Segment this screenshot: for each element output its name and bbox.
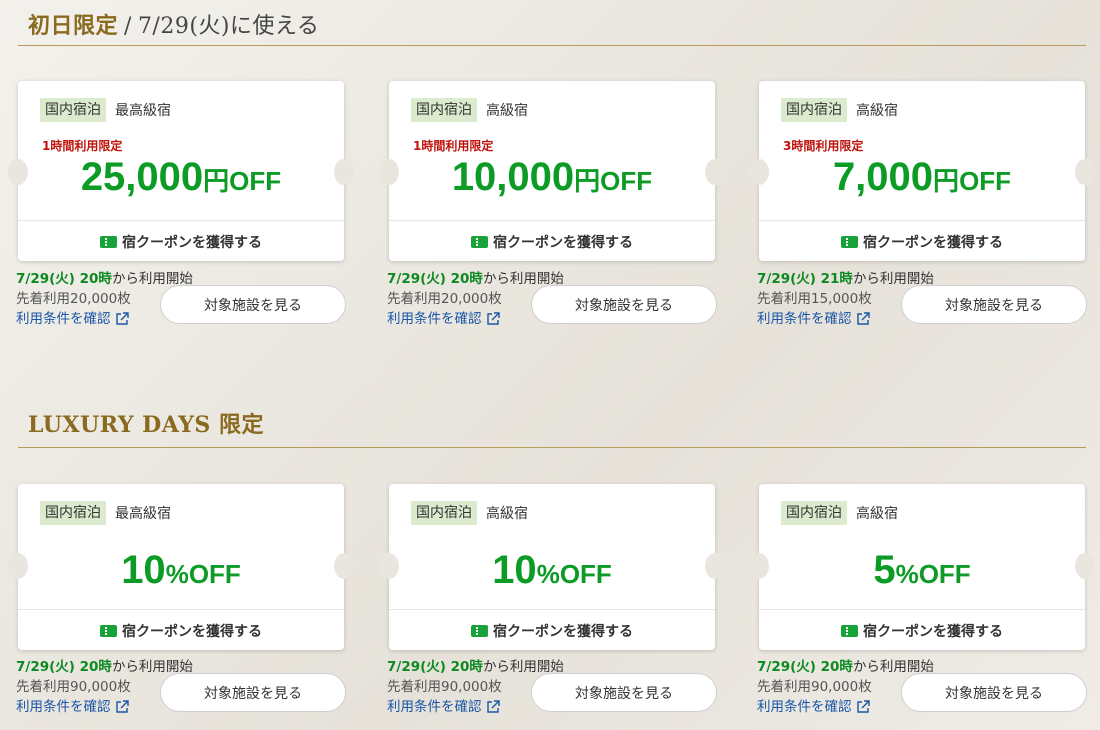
- coupon-card: 国内宿泊 高級宿 3時間利用限定 7,000円OFF 宿クーポンを獲得する: [749, 81, 1095, 261]
- section-divider: [18, 447, 1086, 448]
- time-limit-label: 1時間利用限定: [413, 139, 494, 153]
- view-facilities-button[interactable]: 対象施設を見る: [901, 673, 1087, 712]
- grade-label: 高級宿: [856, 103, 898, 119]
- external-link-icon: [856, 312, 870, 325]
- time-limit-label: 3時間利用限定: [783, 139, 864, 153]
- discount-amount: 10,000円OFF: [451, 155, 653, 199]
- section-title-luxury-days: LUXURY DAYS 限定: [28, 412, 264, 438]
- coupon-info: 7/29(火) 20時から利用開始 先着利用20,000枚 利用条件を確認 対象…: [387, 269, 717, 329]
- section-title-main: 初日限定: [28, 13, 119, 39]
- category-tag: 国内宿泊: [411, 501, 477, 525]
- view-facilities-button[interactable]: 対象施設を見る: [531, 673, 717, 712]
- ticket-icon: [100, 625, 117, 637]
- coupon-info: 7/29(火) 20時から利用開始 先着利用90,000枚 利用条件を確認 対象…: [757, 657, 1087, 717]
- view-facilities-button[interactable]: 対象施設を見る: [901, 285, 1087, 324]
- discount-amount: 25,000円OFF: [80, 155, 282, 199]
- external-link-icon: [115, 700, 129, 713]
- discount-amount: 10%OFF: [492, 548, 612, 592]
- grade-label: 最高級宿: [115, 506, 171, 522]
- coupon-card: 国内宿泊 高級宿 5%OFF 宿クーポンを獲得する: [749, 484, 1095, 650]
- external-link-icon: [486, 312, 500, 325]
- coupon-info: 7/29(火) 20時から利用開始 先着利用90,000枚 利用条件を確認 対象…: [387, 657, 717, 717]
- category-tag: 国内宿泊: [781, 501, 847, 525]
- view-facilities-button[interactable]: 対象施設を見る: [160, 673, 346, 712]
- coupon-info: 7/29(火) 20時から利用開始 先着利用90,000枚 利用条件を確認 対象…: [16, 657, 346, 717]
- get-coupon-button[interactable]: 宿クーポンを獲得する: [389, 621, 715, 641]
- get-coupon-button[interactable]: 宿クーポンを獲得する: [759, 232, 1085, 252]
- discount-amount: 5%OFF: [873, 548, 971, 592]
- section-divider: [18, 45, 1086, 46]
- category-tag: 国内宿泊: [781, 98, 847, 122]
- view-facilities-button[interactable]: 対象施設を見る: [531, 285, 717, 324]
- ticket-icon: [841, 625, 858, 637]
- grade-label: 高級宿: [856, 506, 898, 522]
- discount-amount: 10%OFF: [121, 548, 241, 592]
- ticket-icon: [471, 625, 488, 637]
- coupon-card: 国内宿泊 最高級宿 10%OFF 宿クーポンを獲得する: [8, 484, 354, 650]
- grade-label: 高級宿: [486, 506, 528, 522]
- category-tag: 国内宿泊: [40, 501, 106, 525]
- external-link-icon: [486, 700, 500, 713]
- title-separator: /: [124, 14, 132, 39]
- grade-label: 最高級宿: [115, 103, 171, 119]
- coupon-card: 国内宿泊 高級宿 10%OFF 宿クーポンを獲得する: [379, 484, 725, 650]
- category-tag: 国内宿泊: [411, 98, 477, 122]
- coupon-card: 国内宿泊 最高級宿 1時間利用限定 25,000円OFF 宿クーポンを獲得する: [8, 81, 354, 261]
- view-facilities-button[interactable]: 対象施設を見る: [160, 285, 346, 324]
- coupon-info: 7/29(火) 21時から利用開始 先着利用15,000枚 利用条件を確認 対象…: [757, 269, 1087, 329]
- category-tag: 国内宿泊: [40, 98, 106, 122]
- ticket-icon: [841, 236, 858, 248]
- coupon-card: 国内宿泊 高級宿 1時間利用限定 10,000円OFF 宿クーポンを獲得する: [379, 81, 725, 261]
- section-title-date: 7/29(火)に使える: [137, 14, 320, 39]
- grade-label: 高級宿: [486, 103, 528, 119]
- external-link-icon: [115, 312, 129, 325]
- section-title-first-day: 初日限定/7/29(火)に使える: [28, 8, 319, 40]
- get-coupon-button[interactable]: 宿クーポンを獲得する: [18, 621, 344, 641]
- discount-amount: 7,000円OFF: [832, 155, 1012, 199]
- ticket-icon: [100, 236, 117, 248]
- external-link-icon: [856, 700, 870, 713]
- ticket-icon: [471, 236, 488, 248]
- coupon-info: 7/29(火) 20時から利用開始 先着利用20,000枚 利用条件を確認 対象…: [16, 269, 346, 329]
- time-limit-label: 1時間利用限定: [42, 139, 123, 153]
- get-coupon-button[interactable]: 宿クーポンを獲得する: [759, 621, 1085, 641]
- get-coupon-button[interactable]: 宿クーポンを獲得する: [389, 232, 715, 252]
- get-coupon-button[interactable]: 宿クーポンを獲得する: [18, 232, 344, 252]
